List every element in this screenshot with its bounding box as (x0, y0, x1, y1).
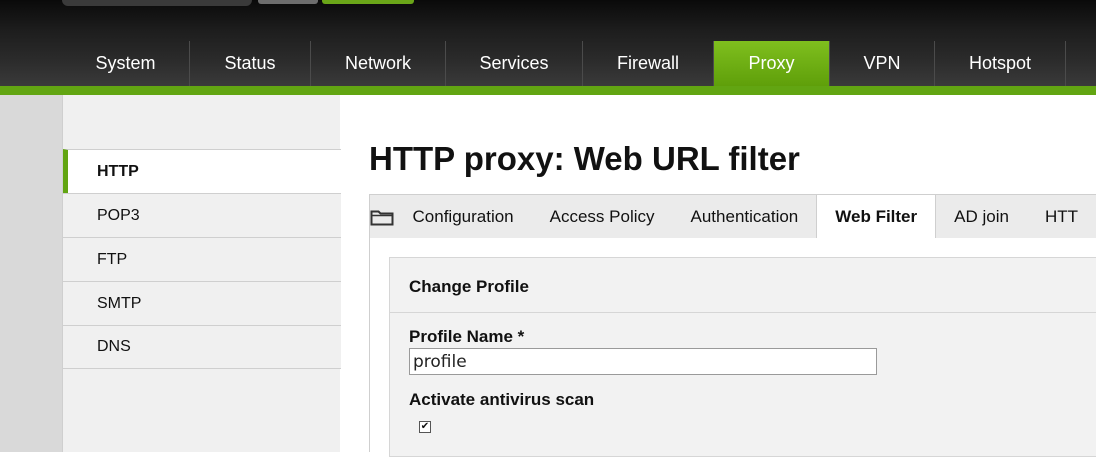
nav-item-label: Hotspot (968, 53, 1032, 73)
panel-title: Change Profile (409, 277, 529, 296)
page-title: HTTP proxy: Web URL filter (369, 140, 800, 177)
tab-authentication[interactable]: Authentication (673, 195, 817, 238)
sidebar: HTTP POP3 FTP SMTP DNS (62, 95, 341, 452)
sidebar-item-dns[interactable]: DNS (63, 325, 341, 369)
nav-item-vpn[interactable]: VPN (830, 41, 935, 86)
tab-configuration[interactable]: Configuration (395, 195, 532, 238)
sidebar-item-label: HTTP (97, 162, 139, 180)
nav-item-label: Proxy (748, 53, 795, 73)
tab-bar: Configuration Access Policy Authenticati… (369, 194, 1096, 239)
nav-item-firewall[interactable]: Firewall (583, 41, 714, 86)
tab-content: Change Profile Profile Name * Activate a… (369, 238, 1096, 457)
tab-label: HTT (1044, 206, 1078, 226)
tab-label: Configuration (412, 206, 514, 226)
nav-item-label: System (95, 53, 156, 73)
main-nav: System Status Network Services Firewall … (62, 41, 1066, 86)
folder-icon[interactable] (370, 195, 395, 238)
sidebar-item-http[interactable]: HTTP (63, 149, 341, 193)
sidebar-item-label: POP3 (97, 206, 140, 224)
sidebar-item-label: DNS (97, 338, 131, 355)
checkmark-icon: ✔ (420, 421, 430, 432)
nav-accent-bar (0, 86, 1096, 95)
tab-label: Access Policy (549, 206, 655, 226)
sidebar-item-pop3[interactable]: POP3 (63, 193, 341, 237)
top-header: System Status Network Services Firewall … (0, 0, 1096, 95)
sidebar-item-smtp[interactable]: SMTP (63, 281, 341, 325)
logo-mark (62, 0, 252, 6)
tab-label: Authentication (690, 206, 799, 226)
change-profile-panel: Change Profile Profile Name * Activate a… (389, 257, 1096, 457)
nav-item-system[interactable]: System (62, 41, 190, 86)
nav-item-label: Status (224, 53, 276, 73)
tab-ad-join[interactable]: AD join (936, 195, 1027, 238)
product-logo (62, 0, 422, 6)
nav-item-hotspot[interactable]: Hotspot (935, 41, 1066, 86)
nav-item-label: Services (479, 53, 549, 73)
logo-subtext (258, 0, 318, 4)
left-gutter (0, 95, 62, 452)
folder-icon-graphic (370, 210, 394, 225)
logo-accent-text (322, 0, 414, 4)
panel-divider (390, 312, 1096, 313)
tab-access-policy[interactable]: Access Policy (532, 195, 673, 238)
sidebar-menu: HTTP POP3 FTP SMTP DNS (63, 149, 341, 369)
antivirus-label: Activate antivirus scan (409, 390, 595, 409)
sidebar-item-label: FTP (97, 250, 128, 268)
profile-name-label: Profile Name * (409, 327, 525, 346)
tab-http-overflow[interactable]: HTT (1027, 195, 1096, 238)
tab-label: Web Filter (835, 207, 918, 226)
tab-web-filter[interactable]: Web Filter (816, 195, 937, 238)
antivirus-checkbox[interactable]: ✔ (419, 421, 431, 433)
tab-label: AD join (954, 206, 1009, 226)
nav-item-proxy[interactable]: Proxy (714, 41, 830, 86)
nav-item-label: Network (344, 53, 411, 73)
sidebar-item-ftp[interactable]: FTP (63, 237, 341, 281)
sidebar-item-label: SMTP (97, 294, 142, 312)
nav-item-status[interactable]: Status (190, 41, 311, 86)
nav-item-network[interactable]: Network (311, 41, 446, 86)
nav-item-services[interactable]: Services (446, 41, 583, 86)
nav-item-label: VPN (863, 53, 901, 73)
nav-item-label: Firewall (616, 53, 679, 73)
profile-name-input[interactable] (409, 348, 877, 375)
